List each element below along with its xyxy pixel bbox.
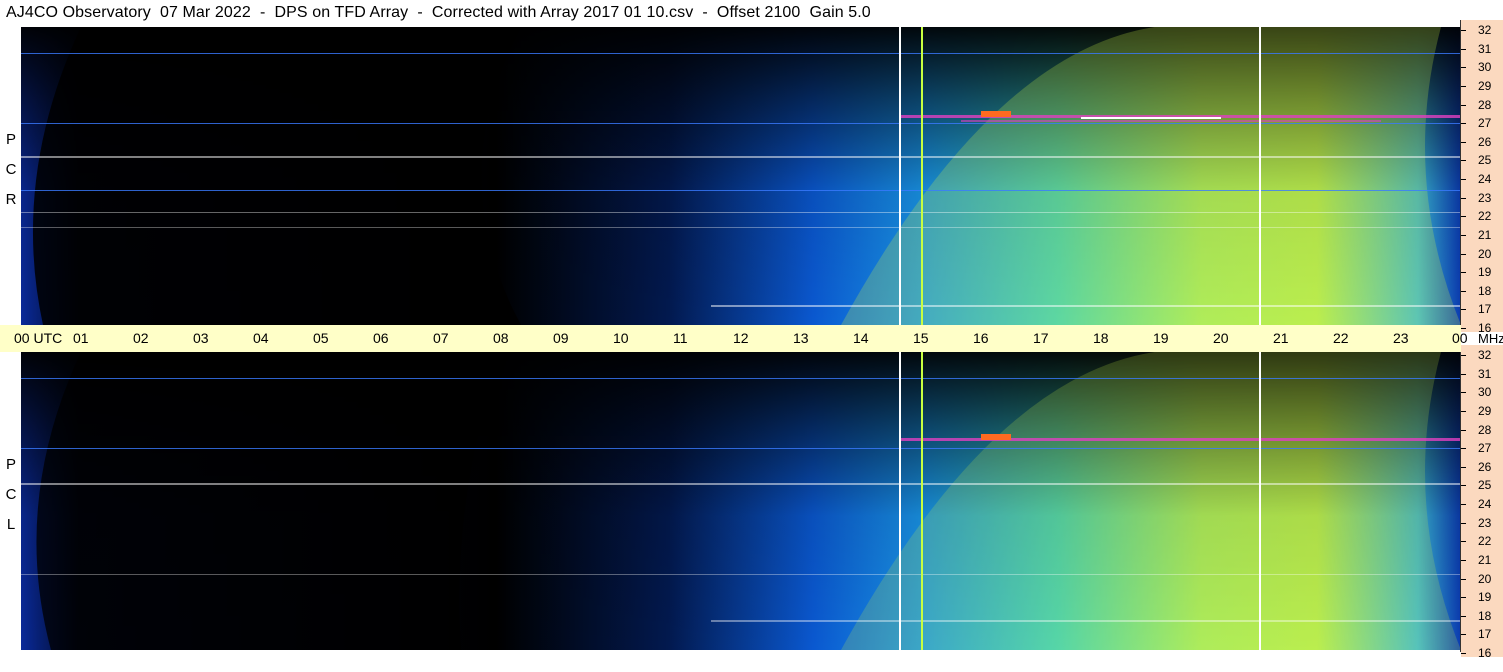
rcp-freq-tick-label: 19 (1478, 265, 1492, 280)
time-axis-hour-label: 06 (373, 330, 389, 346)
time-axis-hour-label: 15 (913, 330, 929, 346)
lcp-freq-tick-label: 31 (1478, 366, 1492, 381)
rcp-letter-1: P (5, 131, 16, 148)
lcp-label: P C L (2, 450, 20, 540)
time-axis-end-label: 00 (1452, 330, 1468, 346)
rcp-freq-tick-label: 26 (1478, 134, 1492, 149)
lcp-frequency-axis: 32 31 30 29 28 27 26 25 24 23 22 21 20 19 18 17 16 (1461, 345, 1503, 660)
rcp-freq-tick-label: 24 (1478, 172, 1492, 186)
time-axis-hour-label: 23 (1393, 330, 1409, 346)
lcp-freq-tick-label: 27 (1478, 441, 1492, 456)
time-axis-hour-label: 10 (613, 330, 629, 346)
time-axis-hour-label: 04 (253, 330, 269, 346)
time-axis-hour-label: 13 (793, 330, 809, 346)
rcp-freq-tick-label: 21 (1478, 227, 1492, 242)
lcp-freq-tick-label: 29 (1478, 403, 1492, 418)
rcp-freq-tick-label: 20 (1478, 246, 1492, 261)
lcp-freq-tick-label: 18 (1478, 608, 1492, 623)
lcp-freq-tick-label: 23 (1478, 515, 1492, 530)
rcp-letter-2: C (5, 161, 17, 178)
lcp-freq-tick-label: 26 (1478, 459, 1492, 474)
rcp-frequency-axis: 32 31 30 29 28 27 26 25 24 23 22 21 20 19 18 17 16 (1461, 20, 1503, 334)
rcp-freq-tick-label: 32 (1478, 23, 1492, 37)
time-axis: 00 UTC 00 01 02 03 04 05 06 07 08 09 10 11 12 13 14 15… (0, 325, 1468, 352)
time-axis-start-label: 00 UTC (14, 330, 63, 346)
time-axis-hour-label: 16 (973, 330, 989, 346)
rcp-spectrogram (21, 27, 1461, 325)
lcp-freq-tick-label: 17 (1478, 627, 1492, 642)
rcp-freq-tick-label: 22 (1478, 209, 1492, 224)
rcp-freq-tick-label: 31 (1478, 41, 1492, 56)
time-axis-hour-label: 18 (1093, 330, 1109, 346)
rcp-spectrogram-image (21, 27, 1461, 325)
time-axis-hour-label: 02 (133, 330, 149, 346)
rcp-freq-tick-label: 28 (1478, 97, 1492, 112)
lcp-letter-3: L (6, 516, 16, 533)
rcp-freq-tick-label: 25 (1478, 153, 1492, 168)
lcp-letter-2: C (5, 486, 17, 503)
lcp-freq-tick-label: 19 (1478, 590, 1492, 605)
time-axis-hour-label: 09 (553, 330, 569, 346)
time-axis-hour-label: 20 (1213, 330, 1229, 346)
time-axis-hour-label: 21 (1273, 330, 1289, 346)
rcp-freq-tick-label: 23 (1478, 190, 1492, 205)
time-axis-hour-label: 08 (493, 330, 509, 346)
lcp-freq-tick-label: 16 (1478, 646, 1492, 660)
lcp-spectrogram (21, 352, 1461, 650)
lcp-freq-tick-label: 21 (1478, 552, 1492, 567)
time-axis-hour-label: 03 (193, 330, 209, 346)
time-axis-hour-label: 05 (313, 330, 329, 346)
rcp-freq-tick-label: 27 (1478, 116, 1492, 131)
rcp-freq-tick-label: 17 (1478, 302, 1492, 317)
lcp-freq-tick-label: 25 (1478, 478, 1492, 493)
rcp-letter-3: R (5, 191, 17, 208)
frequency-unit-label: MHz (1478, 331, 1503, 346)
lcp-spectrogram-image (21, 352, 1461, 650)
lcp-freq-tick-label: 20 (1478, 571, 1492, 586)
lcp-letter-1: P (5, 456, 16, 473)
time-axis-hour-label: 19 (1153, 330, 1169, 346)
time-axis-hour-label: 12 (733, 330, 749, 346)
time-axis-hour-label: 22 (1333, 330, 1349, 346)
lcp-freq-tick-label: 22 (1478, 534, 1492, 549)
lcp-freq-tick-label: 30 (1478, 385, 1492, 400)
time-axis-hour-label: 11 (673, 330, 688, 346)
time-axis-hour-label: 17 (1033, 330, 1049, 346)
lcp-freq-tick-label: 28 (1478, 422, 1492, 437)
page-title: AJ4CO Observatory 07 Mar 2022 - DPS on T… (6, 4, 871, 21)
rcp-freq-tick-label: 18 (1478, 283, 1492, 298)
lcp-freq-tick-label: 24 (1478, 497, 1492, 511)
time-axis-hour-label: 07 (433, 330, 449, 346)
time-axis-hour-label: 01 (73, 330, 89, 346)
rcp-freq-tick-label: 30 (1478, 60, 1492, 75)
lcp-freq-tick-label: 32 (1478, 348, 1492, 362)
time-axis-hour-label: 14 (853, 330, 869, 346)
rcp-freq-tick-label: 29 (1478, 78, 1492, 93)
rcp-label: P C R (2, 125, 20, 215)
